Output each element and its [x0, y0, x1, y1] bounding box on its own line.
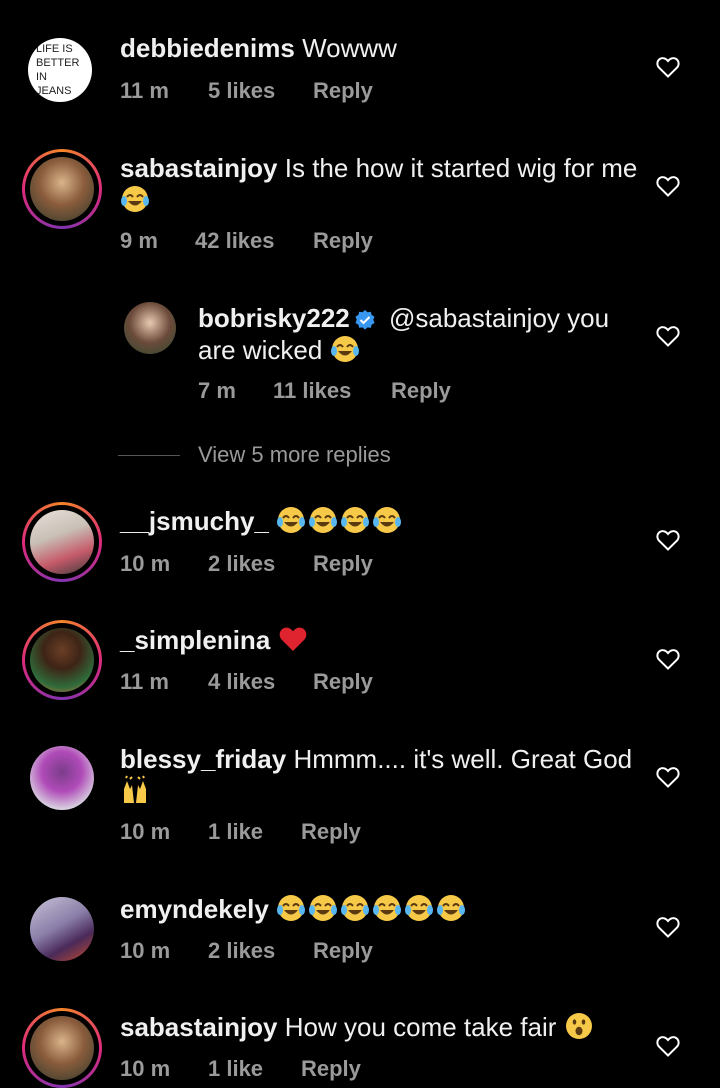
heart-icon[interactable]	[656, 648, 680, 670]
heart-icon[interactable]	[656, 916, 680, 938]
like-count[interactable]: 2 likes	[208, 938, 313, 964]
reply-button[interactable]: Reply	[391, 378, 451, 404]
tears-of-joy-emoji-icon	[309, 895, 338, 921]
divider	[118, 454, 180, 456]
comment-meta: 7 m 11 likes Reply	[198, 378, 451, 404]
like-count[interactable]: 1 like	[208, 1056, 301, 1082]
tears-of-joy-emoji-icon	[373, 507, 402, 533]
comment-meta: 10 m 2 likes Reply	[120, 938, 373, 964]
like-count[interactable]: 11 likes	[273, 378, 391, 404]
reply-button[interactable]: Reply	[313, 938, 373, 964]
tears-of-joy-emoji-icon	[405, 895, 434, 921]
heart-icon[interactable]	[656, 56, 680, 78]
username[interactable]: debbiedenims	[120, 33, 295, 63]
view-more-replies[interactable]: View 5 more replies	[118, 440, 391, 470]
svg-text:IN: IN	[36, 71, 47, 83]
comment-meta: 10 m 1 like Reply	[120, 819, 361, 845]
username[interactable]: emyndekely	[120, 894, 269, 924]
comment-text: How you come take fair	[284, 1012, 557, 1042]
comment-body: bobrisky222 @sabastainjoy you are wicked	[198, 302, 638, 366]
comment-meta: 9 m 42 likes Reply	[120, 228, 373, 254]
tears-of-joy-emoji-icon	[341, 895, 370, 921]
svg-text:JEANS: JEANS	[36, 85, 71, 97]
comment-meta: 10 m 2 likes Reply	[120, 551, 373, 577]
verified-badge-icon	[355, 310, 375, 330]
like-count[interactable]: 4 likes	[208, 669, 313, 695]
comment-body: sabastainjoy How you come take fair	[120, 1011, 640, 1043]
avatar[interactable]	[30, 628, 94, 692]
reply-button[interactable]: Reply	[313, 551, 373, 577]
heart-icon[interactable]	[656, 325, 680, 347]
heart-icon[interactable]	[656, 1035, 680, 1057]
timestamp: 10 m	[120, 1056, 171, 1081]
view-more-replies-label[interactable]: View 5 more replies	[198, 442, 391, 468]
face-with-open-mouth-emoji-icon	[565, 1013, 592, 1039]
timestamp: 11 m	[120, 78, 169, 103]
reply-button[interactable]: Reply	[313, 228, 373, 254]
username[interactable]: sabastainjoy	[120, 1012, 278, 1042]
tears-of-joy-emoji-icon	[341, 507, 370, 533]
comment-meta: 10 m 1 like Reply	[120, 1056, 361, 1082]
timestamp: 10 m	[120, 938, 171, 963]
tears-of-joy-emoji-icon	[277, 507, 306, 533]
like-count[interactable]: 1 like	[208, 819, 301, 845]
red-heart-emoji-icon	[279, 627, 306, 651]
timestamp: 7 m	[198, 378, 236, 403]
reply-button[interactable]: Reply	[313, 669, 373, 695]
username[interactable]: sabastainjoy	[120, 153, 278, 183]
heart-icon[interactable]	[656, 175, 680, 197]
comment-body: debbiedenims Wowww	[120, 32, 640, 64]
like-count[interactable]: 5 likes	[208, 78, 313, 104]
reply-button[interactable]: Reply	[301, 819, 361, 845]
comment-meta: 11 m 4 likes Reply	[120, 669, 373, 695]
raising-hands-emoji-icon	[124, 775, 146, 803]
timestamp: 10 m	[120, 819, 171, 844]
avatar[interactable]	[30, 1016, 94, 1080]
like-count[interactable]: 42 likes	[195, 228, 313, 254]
timestamp: 10 m	[120, 551, 171, 576]
reply-button[interactable]: Reply	[301, 1056, 361, 1082]
avatar[interactable]	[30, 897, 94, 961]
comment-body: blessy_friday Hmmm.... it's well. Great …	[120, 743, 640, 807]
comment-body: _simplenina	[120, 624, 640, 656]
tears-of-joy-emoji-icon	[437, 895, 466, 921]
jeans-logo-avatar: LIFE IS BETTER IN JEANS	[36, 43, 79, 97]
comment-text: Is the how it started wig for me	[284, 153, 638, 183]
tears-of-joy-emoji-icon	[121, 186, 149, 212]
comment-text: Hmmm.... it's well. Great God	[293, 744, 633, 774]
like-count[interactable]: 2 likes	[208, 551, 313, 577]
comment-body: __jsmuchy_	[120, 505, 640, 537]
avatar[interactable]	[30, 746, 94, 810]
avatar[interactable]	[30, 510, 94, 574]
tears-of-joy-emoji-icon	[373, 895, 402, 921]
username[interactable]: bobrisky222	[198, 303, 350, 333]
comment-meta: 11 m 5 likes Reply	[120, 78, 373, 104]
avatar[interactable]: LIFE IS BETTER IN JEANS	[28, 38, 92, 102]
reply-button[interactable]: Reply	[313, 78, 373, 104]
timestamp: 11 m	[120, 669, 169, 694]
avatar[interactable]	[30, 157, 94, 221]
tears-of-joy-emoji-icon	[330, 336, 359, 362]
svg-text:BETTER: BETTER	[36, 57, 79, 69]
heart-icon[interactable]	[656, 766, 680, 788]
username[interactable]: _simplenina	[120, 625, 270, 655]
tears-of-joy-emoji-icon	[309, 507, 338, 533]
timestamp: 9 m	[120, 228, 158, 253]
avatar[interactable]	[124, 302, 176, 354]
username[interactable]: __jsmuchy_	[120, 506, 269, 536]
username[interactable]: blessy_friday	[120, 744, 286, 774]
comment-body: emyndekely	[120, 893, 640, 925]
comment-body: sabastainjoy Is the how it started wig f…	[120, 152, 640, 216]
heart-icon[interactable]	[656, 529, 680, 551]
svg-text:LIFE IS: LIFE IS	[36, 43, 73, 55]
comment-text: Wowww	[302, 33, 397, 63]
tears-of-joy-emoji-icon	[277, 895, 306, 921]
